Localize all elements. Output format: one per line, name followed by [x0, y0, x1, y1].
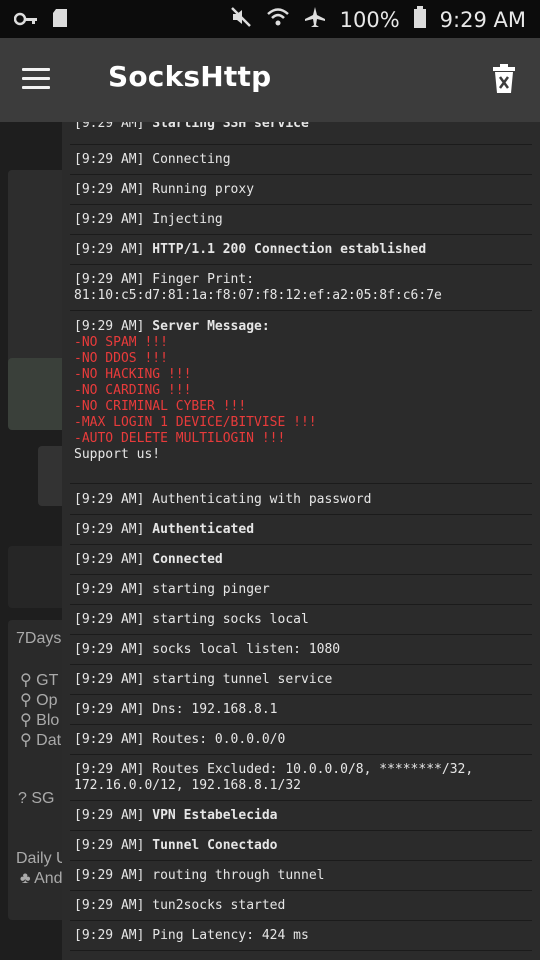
battery-percent: 100%: [339, 7, 400, 32]
log-line: [9:29 AM] Routes: 0.0.0.0/0: [70, 725, 532, 755]
bg-label: ⚲ Blo: [20, 712, 60, 729]
log-line: [9:29 AM] Tunnel Conectado: [70, 831, 532, 861]
log-line: [9:29 AM] Connected: [70, 545, 532, 575]
log-line: [9:29 AM] Ping Latency: 424 ms: [70, 921, 532, 951]
log-line: [9:29 AM] routing through tunnel: [70, 861, 532, 891]
bg-label: 7Days: [16, 630, 62, 647]
background-card-2: [8, 546, 68, 608]
bg-label: ⚲ Op: [20, 692, 58, 709]
clear-log-button[interactable]: [492, 64, 516, 94]
app-title: SocksHttp: [108, 60, 272, 93]
log-line: [9:29 AM] Starting SSH service: [70, 122, 532, 145]
bg-label: ⚲ Dat: [20, 732, 62, 749]
log-line: [9:29 AM] starting pinger: [70, 575, 532, 605]
log-line: [9:29 AM] starting socks local: [70, 605, 532, 635]
background-card-lower: [8, 358, 68, 430]
sd-card-icon: [52, 8, 68, 32]
clock: 9:29 AM: [439, 7, 526, 32]
log-line: [9:29 AM] VPN Estabelecida: [70, 801, 532, 831]
battery-icon: [413, 6, 426, 33]
log-line: [9:29 AM] Connecting: [70, 145, 532, 175]
log-line: [9:29 AM] Dns: 192.168.8.1: [70, 695, 532, 725]
log-line: [9:29 AM] Authenticated: [70, 515, 532, 545]
bg-label: ⚲ GT: [20, 672, 59, 689]
airplane-icon: [304, 6, 326, 33]
bg-label: ? SG: [18, 790, 55, 807]
mute-icon: [230, 6, 252, 33]
status-bar: 100% 9:29 AM: [0, 0, 540, 38]
log-line: [9:29 AM] Routes Excluded: 10.0.0.0/8, *…: [70, 755, 532, 801]
bg-label: Daily U: [16, 850, 68, 867]
log-line: [9:29 AM] Running proxy: [70, 175, 532, 205]
log-panel[interactable]: [9:29 AM] Starting SSH service [9:29 AM]…: [62, 122, 540, 960]
log-line: [9:29 AM] starting tunnel service: [70, 665, 532, 695]
log-line: [9:29 AM] socks local listen: 1080: [70, 635, 532, 665]
log-line-server-message: [9:29 AM] Server Message: -NO SPAM !!! -…: [70, 311, 532, 484]
log-line: [9:29 AM] Injecting: [70, 205, 532, 235]
menu-icon[interactable]: [22, 68, 50, 90]
log-line: [9:29 AM] Authenticating with password: [70, 485, 532, 515]
app-bar: SocksHttp: [0, 38, 540, 122]
trash-icon: [493, 64, 515, 93]
log-line: [9:29 AM] tun2socks started: [70, 891, 532, 921]
bg-label: ♣ And: [20, 870, 63, 887]
wifi-icon: [266, 7, 290, 32]
log-line: [9:29 AM] HTTP/1.1 200 Connection establ…: [70, 235, 532, 265]
key-icon: [13, 11, 38, 30]
log-line: [9:29 AM] Finger Print: 81:10:c5:d7:81:1…: [70, 265, 532, 311]
